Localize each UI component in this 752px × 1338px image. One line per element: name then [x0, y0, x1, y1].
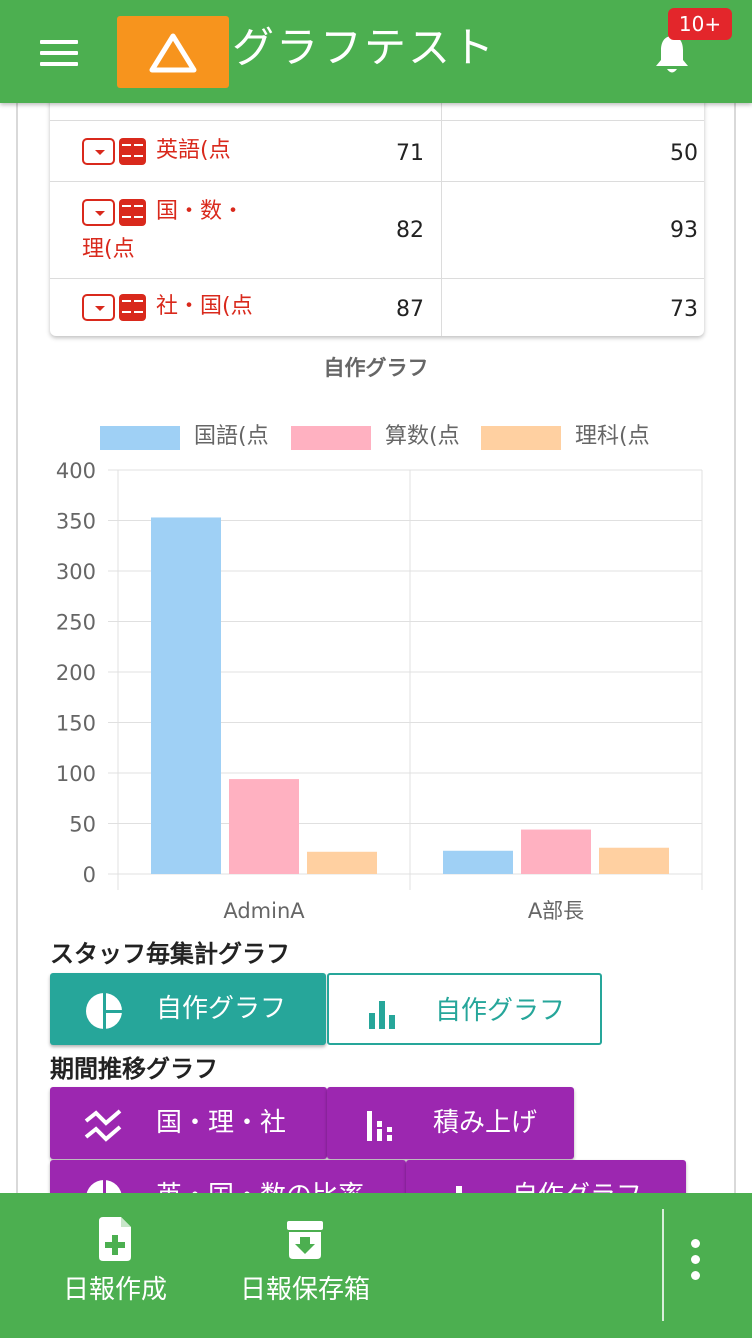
- warning-triangle-icon: [149, 33, 197, 73]
- staff-bar-graph-button[interactable]: 自作グラフ: [327, 973, 602, 1045]
- bar-chart-icon: [369, 1001, 395, 1029]
- table-row: 国・数・ 理(点 82 93: [50, 182, 704, 279]
- value-col2: 73: [670, 297, 698, 322]
- app-header: グラフテスト 10+: [0, 0, 752, 103]
- nav-label: 日報作成: [62, 1275, 167, 1305]
- value-col2: 93: [670, 218, 698, 243]
- legend-swatch: [481, 426, 561, 450]
- dropdown-button[interactable]: [82, 137, 115, 165]
- stacked-bar-icon: [367, 1111, 392, 1141]
- legend-label: 算数(点: [385, 424, 460, 449]
- bar-0-2: [307, 851, 377, 874]
- legend-swatch: [100, 426, 180, 450]
- button-label: 国・理・社: [156, 1108, 287, 1138]
- dropdown-button[interactable]: [82, 198, 115, 226]
- value-col1: 87: [396, 297, 424, 322]
- app-logo[interactable]: [117, 16, 229, 88]
- nav-divider: [662, 1209, 664, 1321]
- calculator-icon[interactable]: [119, 198, 146, 226]
- file-add-icon: [99, 1217, 131, 1261]
- chart-title: 自作グラフ: [323, 356, 429, 380]
- y-tick-label: 50: [69, 813, 96, 837]
- staff-pie-graph-button[interactable]: 自作グラフ: [50, 973, 326, 1045]
- legend-item-kokugo[interactable]: 国語(点: [100, 422, 280, 452]
- x-tick-label: A部長: [528, 899, 584, 923]
- menu-icon[interactable]: [40, 40, 78, 66]
- dropdown-button[interactable]: [82, 293, 115, 321]
- y-tick-label: 300: [56, 560, 96, 584]
- y-tick-label: 200: [56, 661, 96, 685]
- table-row: 英語(点 71 50: [50, 121, 704, 182]
- report-archive-button[interactable]: 日報保存箱: [222, 1217, 388, 1317]
- button-label: 積み上げ: [433, 1108, 538, 1138]
- y-tick-label: 0: [83, 863, 96, 887]
- y-tick-label: 350: [56, 510, 96, 534]
- table-row: 社・国(点 87 73: [50, 279, 704, 336]
- pie-chart-icon: [86, 991, 124, 1031]
- bar-1-0: [443, 850, 513, 874]
- period-section-title: 期間推移グラフ: [50, 1055, 218, 1083]
- subject-label-line2: 理(点: [82, 237, 135, 262]
- create-report-button[interactable]: 日報作成: [40, 1217, 190, 1317]
- period-line-graph-button[interactable]: 国・理・社: [50, 1087, 327, 1159]
- subject-label-line1: 国・数・: [156, 199, 245, 224]
- value-col1: 71: [396, 141, 424, 166]
- bar-1-2: [599, 847, 669, 874]
- subject-label: 社・国(点: [156, 294, 253, 319]
- value-col2: 50: [670, 141, 698, 166]
- line-chart-icon: [84, 1109, 122, 1142]
- y-tick-label: 400: [56, 459, 96, 483]
- calculator-icon[interactable]: [119, 293, 146, 321]
- bar-1-1: [521, 829, 591, 874]
- more-options-icon[interactable]: [686, 1239, 706, 1289]
- staff-section-title: スタッフ毎集計グラフ: [50, 940, 290, 968]
- bar-chart: 400 350 300 250 200 150 100 50 0 AdminA A部長: [56, 459, 703, 923]
- subject-label: 英語(点: [156, 138, 231, 163]
- legend-label: 国語(点: [194, 424, 269, 449]
- y-tick-label: 150: [56, 712, 96, 736]
- button-label: 自作グラフ: [156, 994, 287, 1024]
- legend-item-sansu[interactable]: 算数(点: [291, 422, 471, 452]
- nav-label: 日報保存箱: [239, 1275, 370, 1305]
- calculator-icon[interactable]: [119, 137, 146, 165]
- period-stacked-graph-button[interactable]: 積み上げ: [327, 1087, 574, 1159]
- bar-0-1: [229, 779, 299, 874]
- legend-item-rika[interactable]: 理科(点: [481, 422, 661, 452]
- bottom-nav: 日報作成 日報保存箱: [0, 1193, 752, 1338]
- legend-swatch: [291, 426, 371, 450]
- button-label: 自作グラフ: [435, 996, 566, 1026]
- value-col1: 82: [396, 218, 424, 243]
- x-tick-label: AdminA: [223, 899, 305, 923]
- notification-badge: 10+: [668, 8, 732, 40]
- y-tick-label: 100: [56, 762, 96, 786]
- bar-0-0: [151, 517, 221, 874]
- page-title: グラフテスト: [232, 23, 497, 72]
- y-tick-label: 250: [56, 611, 96, 635]
- archive-download-icon: [287, 1221, 323, 1259]
- score-table: 英語(点 71 50 国・数・ 理(点 82 93 社・国(点 87 73: [50, 80, 704, 336]
- legend-label: 理科(点: [575, 424, 650, 449]
